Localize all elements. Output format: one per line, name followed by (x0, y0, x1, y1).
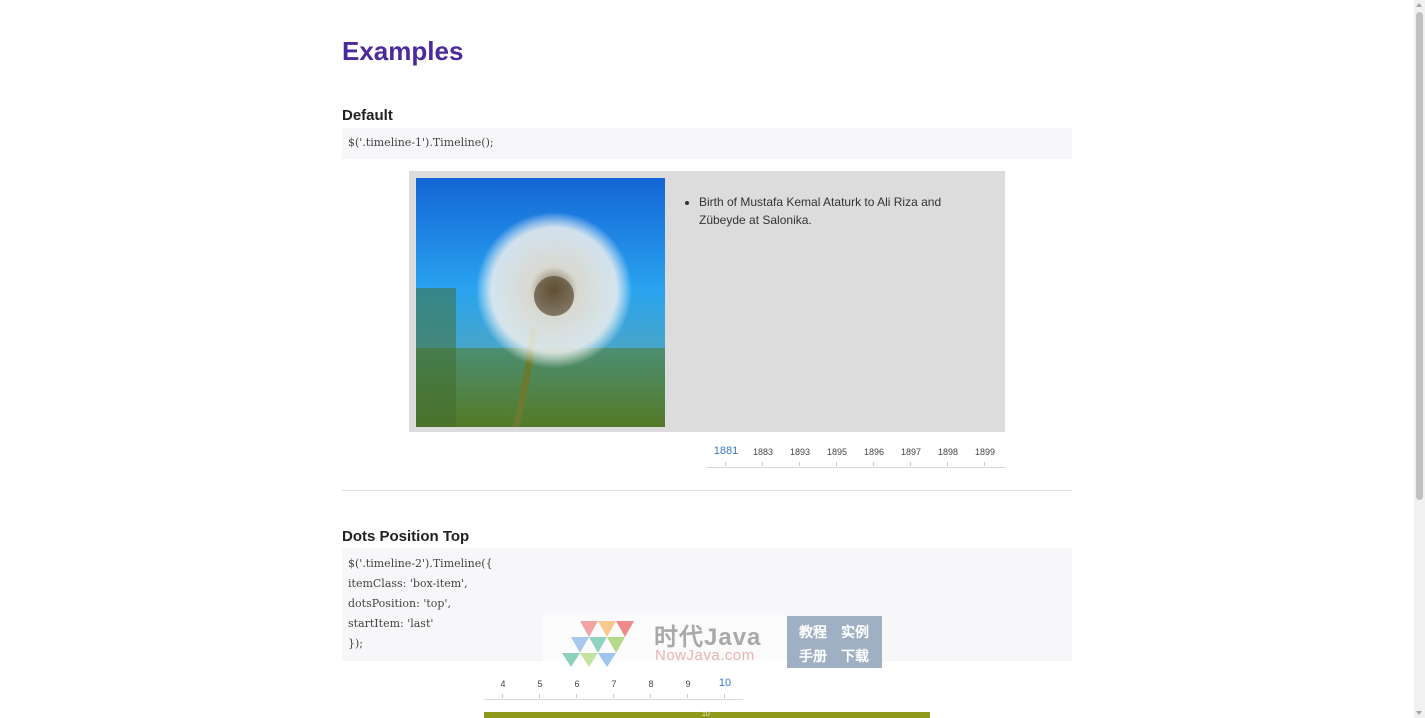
dot-8[interactable]: 8 (632, 679, 670, 689)
vertical-scrollbar[interactable] (1414, 0, 1425, 718)
timeline-description: Birth of Mustafa Kemal Ataturk to Ali Ri… (685, 193, 969, 229)
watermark-label: 手册 (799, 648, 827, 664)
dot-9[interactable]: 9 (669, 679, 707, 689)
page-title: Examples (342, 36, 464, 66)
tick (725, 462, 726, 466)
watermark-label: 教程 (799, 624, 827, 640)
dot-1881[interactable]: 1881 (707, 445, 745, 457)
tick (650, 694, 651, 698)
section-heading-dots-top: Dots Position Top (342, 528, 470, 545)
section-divider (342, 490, 1072, 491)
tick (984, 462, 985, 466)
tick (613, 694, 614, 698)
tick (873, 462, 874, 466)
code-line: $('.timeline-1').Timeline(); (348, 136, 494, 149)
dot-1897[interactable]: 1897 (892, 447, 930, 457)
dot-1893[interactable]: 1893 (781, 447, 819, 457)
dot-5[interactable]: 5 (521, 679, 559, 689)
tick (502, 694, 503, 698)
scroll-up-icon[interactable] (1416, 3, 1422, 7)
dot-4[interactable]: 4 (484, 679, 522, 689)
tick (910, 462, 911, 466)
code-block-default: $('.timeline-1').Timeline(); (342, 128, 1072, 159)
dot-6[interactable]: 6 (558, 679, 596, 689)
dandelion-image (416, 178, 665, 427)
watermark-subtitle: NowJava.com (655, 647, 755, 664)
scroll-down-icon[interactable] (1416, 711, 1422, 715)
tick (724, 694, 725, 698)
timeline-1-item: Birth of Mustafa Kemal Ataturk to Ali Ri… (409, 171, 1005, 432)
code-line: itemClass: 'box-item', (348, 577, 468, 590)
dot-7[interactable]: 7 (595, 679, 633, 689)
code-line: dotsPosition: 'top', (348, 597, 451, 610)
dot-1895[interactable]: 1895 (818, 447, 856, 457)
dandelion-picture (416, 178, 665, 427)
code-line: $('.timeline-2').Timeline({ (348, 557, 493, 570)
tick (836, 462, 837, 466)
dot-1899[interactable]: 1899 (966, 447, 1004, 457)
tick (799, 462, 800, 466)
timeline-1-dots: 1881 1883 1893 1895 1896 1897 1898 1899 (707, 445, 1005, 468)
section-heading-default: Default (342, 107, 393, 124)
tick (687, 694, 688, 698)
tick (576, 694, 577, 698)
timeline-2-item: 10 (484, 711, 930, 718)
dot-1896[interactable]: 1896 (855, 447, 893, 457)
nowjava-watermark: 时代Java NowJava.com 教程 实例 手册 下载 (542, 615, 884, 669)
dot-1898[interactable]: 1898 (929, 447, 967, 457)
timeline-2-dots: 4 5 6 7 8 9 10 (484, 677, 744, 700)
dot-1883[interactable]: 1883 (744, 447, 782, 457)
tick (947, 462, 948, 466)
watermark-badge: 教程 实例 手册 下载 (787, 616, 882, 668)
code-line: startItem: 'last' (348, 617, 434, 630)
tick (539, 694, 540, 698)
triangle-logo-icon (562, 621, 634, 667)
code-line: }); (348, 637, 363, 650)
timeline-2-item-label: 10 (702, 711, 710, 718)
watermark-label: 下载 (841, 648, 869, 664)
description-text: Birth of Mustafa Kemal Ataturk to Ali Ri… (699, 193, 969, 229)
scrollbar-thumb[interactable] (1416, 12, 1423, 500)
dot-10[interactable]: 10 (706, 677, 744, 689)
tick (762, 462, 763, 466)
watermark-label: 实例 (841, 624, 869, 640)
